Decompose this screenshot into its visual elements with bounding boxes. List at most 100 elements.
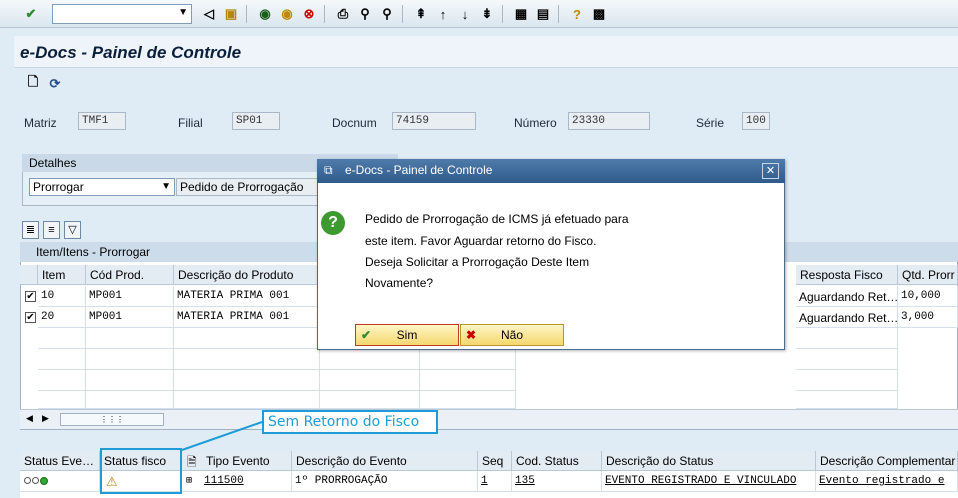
column-header-descricao-evento[interactable]: Descrição do Evento	[292, 451, 478, 471]
tipo-evento-link[interactable]: ⊞ 111500	[182, 471, 292, 492]
column-header-descricao-complementar[interactable]: Descrição Complementar	[816, 451, 958, 471]
column-header-qtd[interactable]: Qtd. Prorr	[898, 265, 958, 285]
action-dropdown-value: Prorrogar	[33, 180, 84, 194]
new-document-icon[interactable]: 🗋	[24, 74, 42, 93]
matriz-field: TMF1	[78, 112, 126, 130]
back-icon[interactable]: ◉	[256, 5, 274, 23]
application-toolbar: 🗋 ⟳	[14, 68, 958, 100]
previous-page-icon[interactable]: ↑	[434, 5, 452, 23]
serie-label: Série	[696, 116, 725, 130]
no-button[interactable]: ✖ Não	[460, 324, 564, 346]
details-icon[interactable]: ⊞	[186, 475, 192, 487]
scroll-right-icon[interactable]: ▶	[42, 413, 49, 424]
system-toolbar: ✔ ▼ ◁ ▣ ◉ ◉ ⊗ ⎙ ⚲ ⚲ ⇞ ↑ ↓ ⇟ ▦ ▤ ? ▩	[0, 0, 958, 28]
column-header-seq[interactable]: Seq	[478, 451, 512, 471]
callout-label: Sem Retorno do Fisco	[262, 410, 438, 434]
row-selector-header[interactable]	[20, 265, 38, 285]
dialog-line-4: Novamente?	[365, 276, 434, 290]
find-next-icon[interactable]: ⚲	[378, 5, 396, 23]
status-fisco-highlight	[100, 448, 182, 494]
print-icon[interactable]: ⎙	[334, 5, 352, 23]
row-checkbox[interactable]: ✔	[25, 291, 36, 302]
docnum-field: 74159	[392, 112, 476, 130]
refresh-icon[interactable]: ⟳	[46, 75, 64, 93]
column-header-cod-status[interactable]: Cod. Status	[512, 451, 602, 471]
dialog-title: e-Docs - Painel de Controle	[317, 159, 785, 183]
column-header-descricao[interactable]: Descrição do Produto	[174, 265, 320, 285]
matriz-label: Matriz	[24, 116, 57, 130]
docnum-label: Docnum	[332, 116, 377, 130]
numero-label: Número	[514, 116, 557, 130]
cell-qtd: 3,000	[898, 307, 958, 328]
light-off-icon	[32, 477, 39, 484]
cell-qtd: 10,000	[898, 286, 958, 307]
descricao-complementar-link[interactable]: Evento registrado e	[816, 471, 958, 492]
green-light-icon	[40, 477, 48, 485]
enter-icon[interactable]: ✔	[22, 5, 40, 23]
filter-icon[interactable]: ▽	[64, 221, 81, 239]
action-dropdown[interactable]: Prorrogar ▼	[29, 178, 175, 196]
cancel-x-icon: ✖	[466, 328, 477, 342]
dialog-line-3: Deseja Solicitar a Prorrogação Deste Ite…	[365, 255, 590, 269]
exit-icon[interactable]: ◉	[278, 5, 296, 23]
cell-descricao: MATERIA PRIMA 001	[174, 307, 320, 328]
light-off-icon	[24, 477, 31, 484]
seq-link[interactable]: 1	[478, 471, 512, 492]
page-title: e-Docs - Painel de Controle	[20, 43, 242, 62]
cancel-icon[interactable]: ⊗	[300, 5, 318, 23]
scroll-left-icon[interactable]: ◀	[26, 413, 33, 424]
cell-resposta-fisco: Aguardando Ret…	[796, 286, 898, 307]
tipo-evento-label: Tipo Evento	[206, 454, 270, 468]
column-header-descricao-status[interactable]: Descrição do Status	[602, 451, 816, 471]
column-header-resposta-fisco[interactable]: Resposta Fisco	[796, 265, 898, 285]
cell-item: 10	[38, 286, 86, 307]
chevron-down-icon[interactable]: ▼	[178, 7, 188, 18]
deselect-all-icon[interactable]: ≡	[43, 221, 60, 239]
cod-status-link[interactable]: 135	[512, 471, 602, 492]
save-icon[interactable]: ▣	[222, 5, 240, 23]
filial-label: Filial	[178, 116, 203, 130]
tipo-evento-value: 111500	[204, 475, 244, 487]
new-session-icon[interactable]: ▦	[512, 5, 530, 23]
first-page-icon[interactable]: ⇞	[412, 5, 430, 23]
yes-button[interactable]: ✔ Sim	[355, 324, 459, 346]
callout-line	[181, 421, 263, 451]
dialog-line-1: Pedido de Prorrogação de ICMS já efetuad…	[365, 212, 629, 226]
close-icon[interactable]: ✕	[762, 163, 779, 179]
help-icon[interactable]: ?	[568, 5, 586, 23]
status-evento-cell	[20, 471, 100, 492]
action-description: Pedido de Prorrogação	[176, 178, 320, 196]
descricao-evento-cell: 1º PRORROGAÇÃO	[292, 471, 478, 492]
layout-icon[interactable]: ▩	[590, 5, 608, 23]
question-icon: ?	[321, 211, 345, 235]
numero-field: 23330	[568, 112, 650, 130]
last-page-icon[interactable]: ⇟	[478, 5, 496, 23]
command-field[interactable]: ▼	[52, 4, 192, 24]
horizontal-scrollbar[interactable]: ◀ ▶ ⋮⋮⋮	[20, 409, 958, 429]
document-icon: 🗎	[187, 455, 197, 469]
cell-cod-prod: MP001	[86, 286, 174, 307]
back-arrow-icon[interactable]: ◁	[200, 5, 218, 23]
chevron-down-icon[interactable]: ▼	[161, 181, 171, 192]
cell-resposta-fisco: Aguardando Ret…	[796, 307, 898, 328]
scroll-thumb[interactable]: ⋮⋮⋮	[60, 413, 164, 426]
cell-cod-prod: MP001	[86, 307, 174, 328]
filial-field: SP01	[232, 112, 280, 130]
shortcut-icon[interactable]: ▤	[534, 5, 552, 23]
dialog-window-icon: ⧉	[324, 163, 333, 177]
column-header-status-evento[interactable]: Status Eve…	[20, 451, 100, 471]
no-button-label: Não	[500, 328, 523, 342]
yes-button-label: Sim	[396, 328, 418, 342]
dialog-line-2: este item. Favor Aguardar retorno do Fis…	[365, 234, 597, 248]
column-header-cod-prod[interactable]: Cód Prod.	[86, 265, 174, 285]
row-checkbox[interactable]: ✔	[25, 312, 36, 323]
cell-descricao: MATERIA PRIMA 001	[174, 286, 320, 307]
serie-field: 100	[742, 112, 770, 130]
column-header-tipo-evento[interactable]: 🗎 Tipo Evento	[182, 451, 292, 471]
descricao-status-link[interactable]: EVENTO REGISTRADO E VINCULADO	[602, 471, 816, 492]
find-icon[interactable]: ⚲	[356, 5, 374, 23]
column-header-item[interactable]: Item	[38, 265, 86, 285]
select-all-icon[interactable]: ≣	[22, 221, 39, 239]
next-page-icon[interactable]: ↓	[456, 5, 474, 23]
check-icon: ✔	[361, 328, 372, 342]
